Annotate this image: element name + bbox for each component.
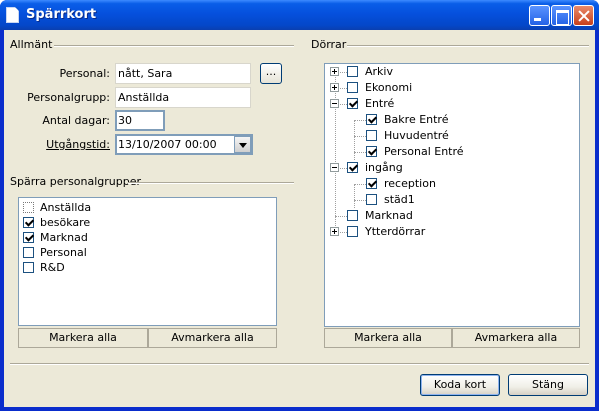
doors-select-all-button[interactable]: Markera alla [324, 328, 452, 348]
doors-group-divider [347, 45, 589, 47]
document-icon [6, 7, 19, 23]
tree-node-label: Ekonomi [365, 81, 413, 94]
tree-node-label: reception [384, 177, 436, 190]
groups-select-all-button[interactable]: Markera alla [18, 328, 148, 348]
tree-connector [335, 216, 347, 217]
tree-node-label: Marknad [365, 209, 413, 222]
tree-connector [354, 152, 366, 153]
expiry-value: 13/10/2007 00:00 [118, 138, 217, 151]
tree-connector [354, 136, 366, 137]
expiry-label: Utgångstid: [0, 138, 110, 151]
dialog-window: Spärrkort Allmänt Personal: nått, Sara .… [0, 0, 599, 411]
personal-field[interactable]: nått, Sara [115, 63, 251, 84]
personal-label: Personal: [59, 67, 110, 80]
checkbox[interactable] [366, 130, 377, 141]
list-item-label: R&D [40, 261, 65, 274]
minimize-button[interactable] [529, 5, 550, 26]
checkbox[interactable] [366, 146, 377, 157]
tree-node-label: Bakre Entré [384, 113, 449, 126]
tree-connector [354, 120, 366, 121]
expand-icon[interactable] [330, 227, 339, 236]
dialog-body: Allmänt Personal: nått, Sara ... Persona… [4, 30, 595, 407]
window-title: Spärrkort [26, 7, 97, 22]
expand-icon[interactable] [330, 83, 339, 92]
checkbox[interactable] [347, 82, 358, 93]
list-item-label: Anställda [40, 201, 92, 214]
checkbox[interactable] [347, 226, 358, 237]
expand-icon[interactable] [330, 67, 339, 76]
list-item-label: Personal [40, 246, 87, 259]
block-groups-divider [128, 182, 294, 184]
checkbox[interactable] [347, 162, 358, 173]
list-item-label: besökare [40, 216, 91, 229]
close-icon[interactable] [573, 5, 594, 26]
days-label: Antal dagar: [42, 114, 110, 127]
doors-tree[interactable]: Arkiv Ekonomi Entré Bakre Entré Huvudent… [324, 63, 580, 327]
maximize-button[interactable] [551, 5, 572, 26]
tree-node-label: Arkiv [365, 65, 393, 78]
collapse-icon[interactable] [330, 99, 339, 108]
tree-node-label: ingång [365, 161, 403, 174]
tree-node-label: Personal Entré [384, 145, 464, 158]
checkbox[interactable] [347, 66, 358, 77]
days-input[interactable]: 30 [115, 110, 165, 131]
title-bar[interactable]: Spärrkort [0, 0, 599, 30]
close-button[interactable]: Stäng [508, 374, 588, 396]
groups-deselect-all-button[interactable]: Avmarkera alla [148, 328, 277, 348]
personal-group-field[interactable]: Anställda [115, 87, 251, 108]
checkbox[interactable] [347, 210, 358, 221]
checkbox[interactable] [366, 194, 377, 205]
personnel-groups-list[interactable]: Anställda besökare Marknad Personal R&D [18, 197, 277, 326]
list-item-label: Marknad [40, 231, 88, 244]
tree-node-label: Ytterdörrar [365, 225, 426, 238]
expiry-datetime-picker[interactable]: 13/10/2007 00:00 [115, 134, 253, 155]
checkbox[interactable] [23, 247, 34, 258]
doors-deselect-all-button[interactable]: Avmarkera alla [452, 328, 580, 348]
general-group-divider [54, 45, 294, 47]
tree-connector [335, 72, 336, 232]
expiry-label-text: Utgångstid: [46, 138, 110, 151]
general-group-label: Allmänt [10, 38, 53, 51]
tree-connector [354, 184, 355, 208]
tree-connector [354, 200, 366, 201]
footer-divider [10, 363, 589, 365]
tree-node-label: städ1 [384, 193, 415, 206]
checkbox[interactable] [23, 262, 34, 273]
checkbox[interactable] [366, 114, 377, 125]
checkbox[interactable] [23, 232, 34, 243]
tree-connector [354, 120, 355, 160]
checkbox[interactable] [347, 98, 358, 109]
tree-node-label: Huvudentré [384, 129, 449, 142]
chevron-down-icon[interactable] [234, 136, 251, 153]
tree-connector [354, 184, 366, 185]
personal-group-label: Personalgrupp: [27, 91, 110, 104]
collapse-icon[interactable] [330, 163, 339, 172]
doors-group-label: Dörrar [311, 38, 347, 51]
checkbox[interactable] [23, 202, 34, 213]
block-groups-label: Spärra personalgrupper [10, 175, 142, 188]
checkbox[interactable] [366, 178, 377, 189]
checkbox[interactable] [23, 217, 34, 228]
tree-node-label: Entré [365, 97, 395, 110]
browse-personal-button[interactable]: ... [260, 63, 282, 84]
encode-card-button[interactable]: Koda kort [420, 374, 500, 396]
